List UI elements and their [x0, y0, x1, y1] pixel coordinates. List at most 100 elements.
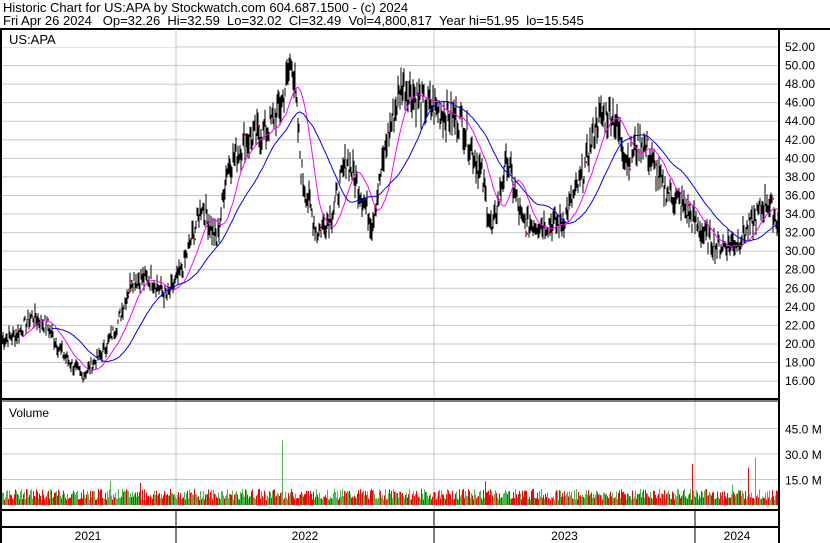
volume-bar	[599, 493, 600, 505]
volume-bar	[497, 497, 498, 505]
volume-bar	[558, 499, 559, 505]
volume-bar	[726, 498, 727, 505]
volume-bar	[661, 493, 662, 505]
moving-average-line	[21, 86, 780, 371]
volume-bar	[176, 498, 177, 505]
volume-bar	[97, 497, 98, 505]
volume-bar	[82, 498, 83, 505]
volume-bar	[206, 494, 207, 505]
volume-bar	[586, 490, 587, 505]
volume-bar	[473, 499, 474, 505]
volume-bar	[243, 495, 244, 505]
volume-bar	[465, 490, 466, 505]
volume-bar	[394, 491, 395, 505]
volume-bar	[343, 495, 344, 505]
volume-bar	[704, 490, 705, 505]
volume-bar	[705, 489, 706, 505]
volume-bar	[285, 491, 286, 505]
volume-bar	[326, 497, 327, 505]
volume-bar	[636, 498, 637, 505]
volume-bar	[732, 484, 733, 505]
volume-bar	[642, 491, 643, 505]
volume-bar	[656, 498, 657, 505]
volume-bar	[773, 496, 774, 505]
price-tick-label: 16.00	[785, 374, 815, 388]
volume-bar	[693, 490, 694, 505]
volume-bar	[442, 494, 443, 505]
volume-bar	[468, 489, 469, 505]
price-tick-label: 32.00	[785, 226, 815, 240]
volume-bar	[659, 488, 660, 505]
volume-bar	[438, 491, 439, 505]
volume-bar	[537, 492, 538, 505]
volume-bar	[235, 493, 236, 505]
volume-bar	[542, 497, 543, 505]
volume-bar	[110, 481, 111, 505]
volume-bar	[622, 492, 623, 505]
volume-bar	[495, 490, 496, 505]
volume-bar	[708, 495, 709, 505]
volume-bar	[618, 492, 619, 505]
volume-bar	[78, 499, 79, 505]
volume-bar	[630, 495, 631, 505]
volume-bar	[523, 496, 524, 505]
volume-bar	[212, 498, 213, 505]
volume-bar	[682, 495, 683, 505]
volume-bar	[267, 495, 268, 505]
volume-bar	[576, 489, 577, 505]
volume-bar	[629, 496, 630, 505]
volume-bar	[180, 493, 181, 505]
volume-bar	[399, 491, 400, 505]
volume-bar	[652, 498, 653, 505]
volume-bar	[667, 492, 668, 505]
volume-bar	[680, 498, 681, 505]
volume-bar	[12, 498, 13, 505]
volume-bar	[567, 491, 568, 505]
volume-bar	[94, 491, 95, 505]
volume-bar	[280, 493, 281, 505]
volume-bar	[389, 489, 390, 505]
price-close-marker	[647, 138, 649, 141]
volume-bar	[648, 496, 649, 505]
volume-bar	[381, 498, 382, 505]
volume-bar	[355, 497, 356, 505]
volume-bar	[140, 482, 141, 505]
volume-bar	[21, 489, 22, 505]
volume-bar	[432, 496, 433, 505]
volume-bar	[703, 497, 704, 505]
volume-bar	[422, 494, 423, 505]
volume-bar	[409, 489, 410, 505]
volume-bar	[65, 497, 66, 505]
volume-bar	[729, 497, 730, 505]
volume-bar	[186, 493, 187, 505]
volume-bar	[200, 491, 201, 505]
volume-bar	[515, 489, 516, 505]
volume-bar	[234, 494, 235, 505]
volume-bar	[451, 498, 452, 505]
volume-bar	[634, 496, 635, 505]
volume-bar	[759, 489, 760, 505]
volume-bar	[42, 489, 43, 505]
volume-bar	[353, 497, 354, 505]
volume-bar	[368, 498, 369, 505]
volume-bar	[375, 498, 376, 505]
symbol-label: US:APA	[9, 32, 56, 47]
volume-bar	[478, 496, 479, 505]
volume-bar	[88, 494, 89, 505]
volume-bar	[198, 496, 199, 505]
volume-bar	[385, 489, 386, 505]
volume-bar	[713, 491, 714, 505]
volume-bar	[692, 464, 693, 505]
volume-bar	[425, 491, 426, 505]
volume-bar	[458, 499, 459, 505]
volume-bar	[11, 495, 12, 505]
volume-bar	[263, 497, 264, 505]
volume-tick-label: 30.0 M	[785, 448, 822, 462]
volume-bar	[753, 498, 754, 505]
volume-bar	[510, 498, 511, 505]
volume-bar	[689, 493, 690, 505]
volume-bar	[434, 492, 435, 505]
volume-bar	[740, 490, 741, 505]
volume-bar	[686, 497, 687, 505]
volume-bar	[411, 499, 412, 505]
